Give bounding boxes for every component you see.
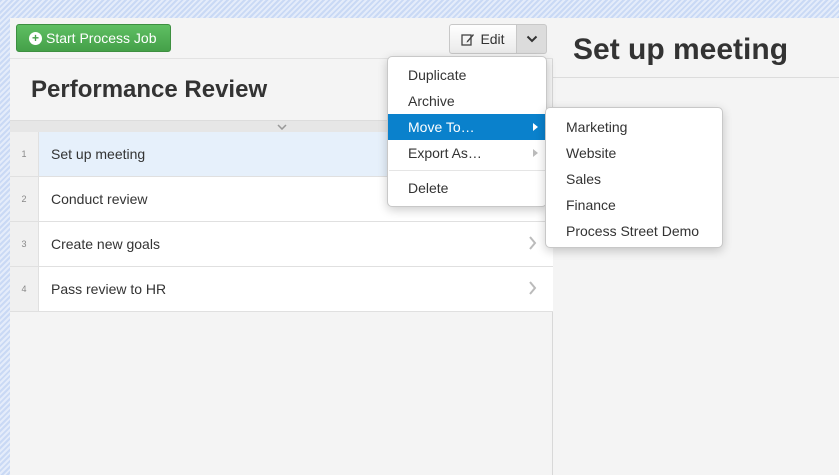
chevron-down-icon [526, 35, 537, 43]
plus-circle-icon: + [29, 31, 42, 45]
task-detail-header: Set up meeting [553, 18, 839, 78]
submenu-item-marketing[interactable]: Marketing [546, 114, 722, 140]
submenu-item-process-street-demo[interactable]: Process Street Demo [546, 218, 722, 244]
edit-label: Edit [480, 31, 505, 47]
start-process-job-button[interactable]: + Start Process Job [16, 24, 171, 52]
caret-right-icon [533, 149, 538, 157]
toolbar: + Start Process Job Edit [10, 18, 553, 59]
menu-item-move-to-label: Move To… [408, 119, 475, 135]
submenu-item-sales[interactable]: Sales [546, 166, 722, 192]
move-to-submenu: Marketing Website Sales Finance Process … [545, 107, 723, 248]
chevron-right-icon [529, 281, 537, 295]
task-number: 4 [10, 267, 39, 311]
checklist-title: Performance Review [31, 76, 268, 103]
menu-item-export-as[interactable]: Export As… [388, 140, 546, 166]
edit-button-group: Edit [449, 24, 547, 54]
menu-item-move-to[interactable]: Move To… [388, 114, 546, 140]
task-number: 1 [10, 132, 39, 176]
menu-item-delete[interactable]: Delete [388, 175, 546, 201]
task-row[interactable]: 3 Create new goals [10, 222, 553, 267]
menu-item-archive[interactable]: Archive [388, 88, 546, 114]
edit-icon [461, 34, 475, 46]
submenu-item-website[interactable]: Website [546, 140, 722, 166]
chevron-down-icon [276, 123, 287, 130]
chevron-right-icon [529, 236, 537, 250]
task-row[interactable]: 4 Pass review to HR [10, 267, 553, 312]
task-detail-title: Set up meeting [573, 33, 789, 66]
edit-button[interactable]: Edit [449, 24, 517, 54]
menu-item-export-as-label: Export As… [408, 145, 482, 161]
menu-divider [389, 170, 545, 171]
task-label: Conduct review [51, 191, 148, 207]
task-label: Set up meeting [51, 146, 146, 162]
task-number: 3 [10, 222, 39, 266]
submenu-item-finance[interactable]: Finance [546, 192, 722, 218]
task-label: Create new goals [51, 236, 160, 252]
task-label: Pass review to HR [51, 281, 167, 297]
task-number: 2 [10, 177, 39, 221]
caret-right-icon [533, 123, 538, 131]
edit-dropdown-toggle[interactable] [517, 24, 547, 54]
menu-item-duplicate[interactable]: Duplicate [388, 62, 546, 88]
start-process-job-label: Start Process Job [46, 30, 157, 46]
edit-dropdown-menu: Duplicate Archive Move To… Export As… De… [387, 56, 547, 207]
